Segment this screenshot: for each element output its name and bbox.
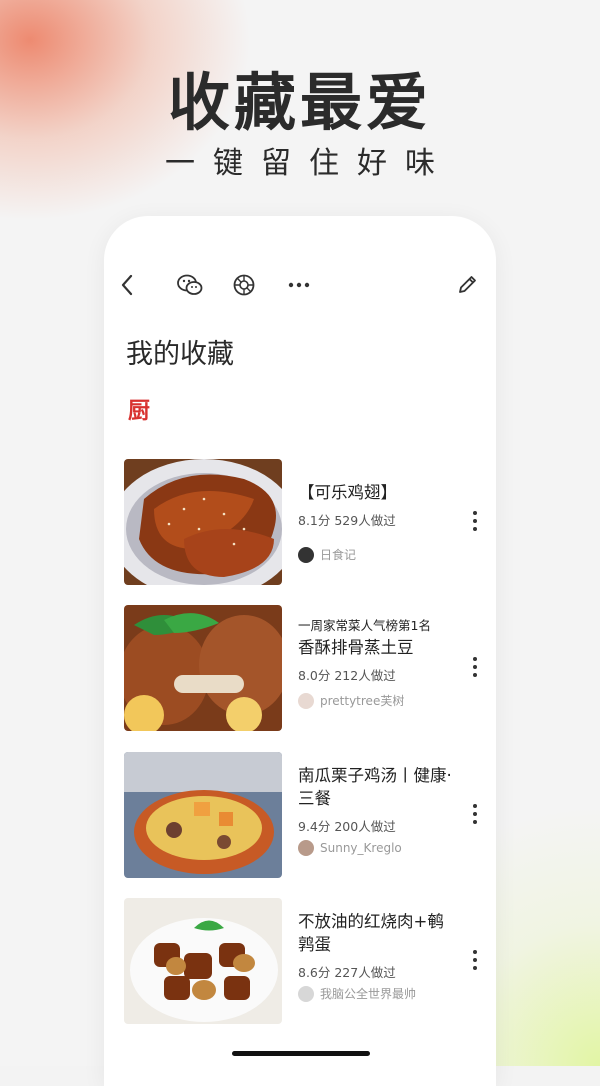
more-vertical-icon[interactable]	[466, 802, 484, 826]
recipe-meta: 8.6分 227人做过	[298, 965, 396, 980]
recipe-thumbnail[interactable]	[124, 898, 282, 1024]
recipe-kicker: 一周家常菜人气榜第1名	[298, 618, 431, 633]
author-name: prettytree芙树	[320, 694, 405, 708]
recipe-card[interactable]: 南瓜栗子鸡汤丨健康·三餐 9.4分 200人做过 Sunny_Kreglo	[124, 752, 484, 878]
recipe-card[interactable]: 不放油的红烧肉+鹌鹑蛋 8.6分 227人做过 我脑公全世界最帅	[124, 898, 484, 1024]
more-vertical-icon[interactable]	[466, 948, 484, 972]
recipe-card[interactable]: 一周家常菜人气榜第1名 香酥排骨蒸土豆 8.0分 212人做过 prettytr…	[124, 605, 484, 731]
recipe-meta: 8.1分 529人做过	[298, 513, 396, 528]
recipe-card[interactable]: 【可乐鸡翅】 8.1分 529人做过 日食记	[124, 459, 484, 585]
recipe-meta: 9.4分 200人做过	[298, 819, 396, 834]
author-name: Sunny_Kreglo	[320, 841, 402, 855]
recipe-info: 一周家常菜人气榜第1名 香酥排骨蒸土豆 8.0分 212人做过 prettytr…	[298, 605, 452, 731]
recipe-info: 不放油的红烧肉+鹌鹑蛋 8.6分 227人做过 我脑公全世界最帅	[298, 898, 452, 1024]
recipe-thumbnail[interactable]	[124, 459, 282, 585]
kitchen-logo-icon: 厨	[128, 396, 154, 424]
recipe-title: 南瓜栗子鸡汤丨健康·三餐	[298, 766, 452, 808]
author-name: 我脑公全世界最帅	[320, 987, 417, 1001]
recipe-author[interactable]: 日食记	[298, 546, 356, 563]
recipe-author[interactable]: prettytree芙树	[298, 692, 404, 709]
toolbar	[104, 272, 496, 298]
recipe-title: 不放油的红烧肉+鹌鹑蛋	[298, 912, 444, 954]
recipe-thumbnail[interactable]	[124, 752, 282, 878]
recipe-author[interactable]: Sunny_Kreglo	[298, 840, 402, 856]
recipe-title: 香酥排骨蒸土豆	[298, 638, 414, 657]
avatar	[298, 985, 314, 1002]
moments-icon[interactable]	[231, 272, 257, 298]
author-name: 日食记	[320, 548, 357, 562]
back-icon[interactable]	[114, 272, 140, 298]
avatar	[298, 692, 314, 709]
wechat-icon[interactable]	[176, 272, 204, 298]
avatar	[298, 840, 314, 856]
more-vertical-icon[interactable]	[466, 655, 484, 679]
recipe-thumbnail[interactable]	[124, 605, 282, 731]
more-horizontal-icon[interactable]	[286, 272, 312, 298]
promo-headline: 收藏最爱	[167, 66, 432, 139]
page-title: 我的收藏	[126, 339, 234, 370]
avatar	[298, 546, 314, 563]
recipe-info: 南瓜栗子鸡汤丨健康·三餐 9.4分 200人做过 Sunny_Kreglo	[298, 752, 452, 878]
recipe-title: 【可乐鸡翅】	[298, 483, 397, 502]
recipe-author[interactable]: 我脑公全世界最帅	[298, 985, 416, 1002]
phone-screen: 我的收藏 厨 【可乐鸡翅】 8.1分 529人做过 日食记 一周家常菜人气榜第1…	[104, 216, 496, 1086]
recipe-info: 【可乐鸡翅】 8.1分 529人做过 日食记	[298, 459, 452, 585]
home-indicator[interactable]	[232, 1051, 370, 1056]
edit-icon[interactable]	[454, 272, 480, 298]
recipe-meta: 8.0分 212人做过	[298, 668, 396, 683]
promo-subline: 一键留住好味	[165, 146, 453, 181]
svg-text:厨: 厨	[128, 399, 150, 422]
more-vertical-icon[interactable]	[466, 509, 484, 533]
